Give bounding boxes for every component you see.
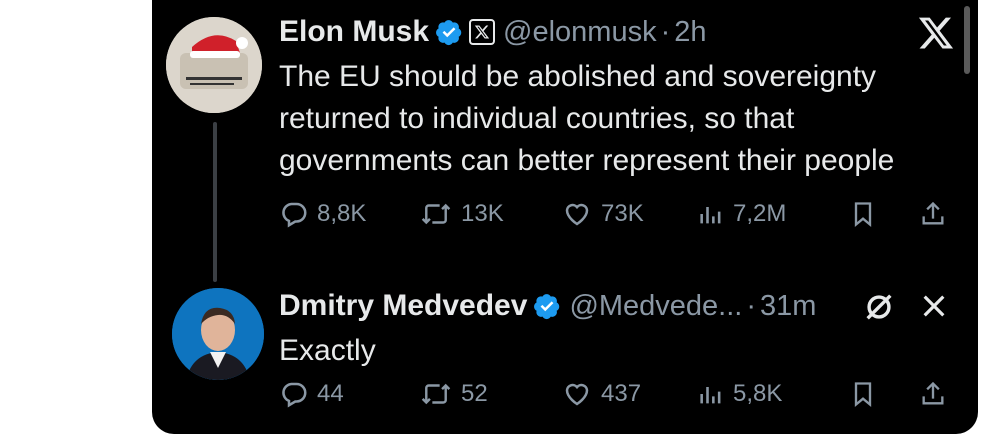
reply-icon (282, 382, 307, 408)
reply-count: 44 (317, 380, 344, 407)
tweet-text: Exactly (279, 334, 376, 367)
repost-icon (421, 383, 451, 405)
tweet-dmitry-medvedev[interactable]: Dmitry Medvedev @Medvede... · 31m Exactl… (279, 284, 958, 372)
verified-badge-icon (534, 294, 560, 320)
bookmark-button[interactable] (849, 198, 919, 230)
reply-icon (282, 202, 307, 228)
tweet-header: Elon Musk @elonmusk · 2h (279, 10, 958, 54)
repost-count: 52 (461, 380, 488, 407)
tweet-time[interactable]: 31m (760, 290, 816, 323)
like-count: 437 (601, 380, 642, 407)
views-chart-icon (700, 387, 721, 404)
author-handle[interactable]: @elonmusk (503, 16, 657, 49)
tweet-actions: 44 52 437 5,8K (279, 378, 960, 410)
tweet-elon-musk[interactable]: Elon Musk @elonmusk · 2h The EU should b… (279, 10, 958, 182)
scrollbar[interactable] (964, 6, 970, 74)
reply-count: 8,8K (317, 200, 367, 227)
bookmark-icon (854, 202, 872, 227)
close-icon[interactable] (918, 290, 950, 327)
views-chart-icon (700, 207, 721, 224)
views-button[interactable]: 5,8K (697, 379, 849, 409)
share-button[interactable] (919, 198, 955, 230)
like-button[interactable]: 73K (561, 199, 697, 229)
author-name[interactable]: Dmitry Medvedev (279, 289, 527, 323)
avatar-elon-musk[interactable] (166, 17, 262, 113)
share-button[interactable] (919, 378, 955, 410)
x-affiliate-icon (469, 19, 496, 45)
views-count: 7,2M (733, 200, 787, 227)
separator-dot: · (746, 289, 757, 322)
views-button[interactable]: 7,2M (697, 199, 849, 229)
repost-button[interactable]: 52 (419, 379, 561, 409)
reply-button[interactable]: 44 (279, 379, 419, 409)
tweet-actions: 8,8K 13K 73K 7,2M (279, 198, 960, 230)
verified-badge-icon (436, 20, 462, 46)
share-icon (922, 381, 944, 405)
tweet-text-line: returned to individual countries, so tha… (279, 102, 795, 135)
thread-connector-line (213, 122, 217, 282)
repost-button[interactable]: 13K (419, 199, 561, 229)
views-count: 5,8K (733, 380, 783, 407)
heart-icon (565, 383, 589, 406)
repost-count: 13K (461, 200, 504, 227)
tweet-thread-card: Elon Musk @elonmusk · 2h The EU should b… (152, 0, 978, 434)
bookmark-icon (854, 382, 872, 407)
tweet-text-line: The EU should be abolished and sovereign… (279, 60, 877, 93)
tweet-text: The EU should be abolished and sovereign… (279, 56, 958, 182)
repost-icon (421, 203, 451, 225)
share-icon (922, 201, 944, 225)
separator-dot: · (660, 15, 671, 48)
tweet-header: Dmitry Medvedev @Medvede... · 31m (279, 284, 958, 328)
like-button[interactable]: 437 (561, 379, 697, 409)
author-name[interactable]: Elon Musk (279, 15, 429, 49)
author-handle[interactable]: @Medvede... (569, 290, 742, 323)
avatar-dmitry-medvedev[interactable] (172, 288, 264, 380)
reply-button[interactable]: 8,8K (279, 199, 419, 229)
heart-icon (565, 203, 589, 226)
like-count: 73K (601, 200, 644, 227)
bookmark-button[interactable] (849, 378, 919, 410)
tweet-text-line: governments can better represent their p… (279, 144, 895, 177)
grok-icon[interactable] (862, 290, 896, 329)
tweet-time[interactable]: 2h (674, 16, 706, 49)
